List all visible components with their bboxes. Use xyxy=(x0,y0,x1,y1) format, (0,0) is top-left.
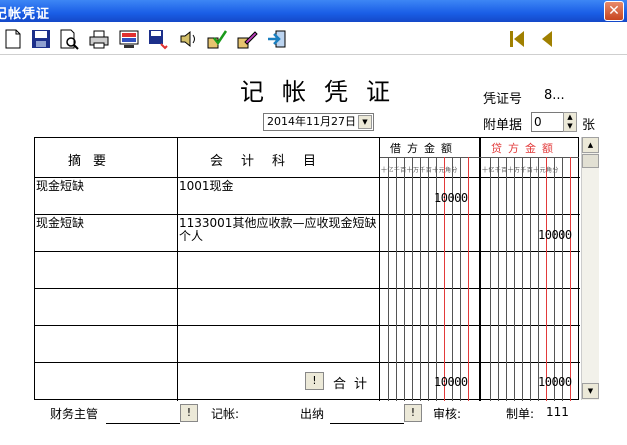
first-record-icon[interactable] xyxy=(506,28,528,50)
maker-value: 111 xyxy=(546,405,569,419)
attachments-spinner[interactable]: ▲ ▼ xyxy=(563,112,577,132)
row-1-summary[interactable]: 现金短缺 xyxy=(36,180,84,193)
speaker-icon[interactable] xyxy=(177,28,199,50)
vertical-scrollbar[interactable]: ▲ ▼ xyxy=(581,137,599,400)
supervisor-label: 财务主管 xyxy=(50,407,99,421)
attachments-unit: 张 xyxy=(582,118,596,133)
maker-label: 制单: xyxy=(506,407,535,421)
header-credit: 贷方金额 xyxy=(491,142,559,155)
spin-up-icon[interactable]: ▲ xyxy=(564,113,576,122)
check-icon[interactable] xyxy=(206,28,228,50)
reviewer-label: 审核: xyxy=(433,407,462,421)
date-value: 2014年11月27日 xyxy=(267,115,356,128)
preview-icon[interactable] xyxy=(58,28,80,50)
chevron-down-icon[interactable]: ▼ xyxy=(358,115,372,129)
supervisor-button[interactable]: ! xyxy=(180,404,198,422)
row-2-credit[interactable]: 10000 xyxy=(538,228,572,242)
date-picker[interactable]: 2014年11月27日 ▼ xyxy=(263,113,374,131)
save-dropdown-icon[interactable] xyxy=(147,28,169,50)
close-button[interactable]: ✕ xyxy=(604,1,624,21)
cashier-button[interactable]: ! xyxy=(404,404,422,422)
exit-icon[interactable] xyxy=(266,28,288,50)
scroll-thumb[interactable] xyxy=(582,154,599,168)
credit-digit-units: 十亿千百十万千百十元角分 xyxy=(482,167,559,174)
total-button[interactable]: ! xyxy=(305,372,324,390)
row-2-summary[interactable]: 现金短缺 xyxy=(36,217,84,230)
header-debit: 借方金额 xyxy=(390,142,458,155)
attachments-label: 附单据 xyxy=(483,118,523,133)
voucher-number-value: 8... xyxy=(544,88,565,103)
total-credit: 10000 xyxy=(538,375,572,389)
scroll-down-icon[interactable]: ▼ xyxy=(582,383,599,399)
total-debit: 10000 xyxy=(434,375,468,389)
header-account: 会计科目 xyxy=(210,154,335,169)
row-1-account[interactable]: 1001现金 xyxy=(179,180,375,193)
new-icon[interactable] xyxy=(2,28,24,50)
window-title: 记帐凭证 xyxy=(0,7,51,22)
debit-digit-units: 十亿千百十万千百十元角分 xyxy=(381,167,458,174)
toolbar xyxy=(0,23,627,55)
scroll-up-icon[interactable]: ▲ xyxy=(582,137,599,153)
bookkeeper-label: 记帐: xyxy=(211,407,240,421)
prev-record-icon[interactable] xyxy=(536,28,558,50)
print-icon[interactable] xyxy=(88,28,110,50)
header-summary: 摘要 xyxy=(68,154,119,169)
save-icon[interactable] xyxy=(30,28,52,50)
cashier-label: 出纳 xyxy=(300,407,325,421)
edit-icon[interactable] xyxy=(236,28,258,50)
voucher-table: 摘要 会计科目 借方金额 贷方金额 十亿千百十万千百十元角分 十亿千百十万千百十… xyxy=(34,137,580,401)
attachments-input[interactable]: 0 xyxy=(531,112,565,132)
row-1-debit[interactable]: 10000 xyxy=(434,191,468,205)
voucher-number-label: 凭证号 xyxy=(483,92,523,107)
total-label: 合计 xyxy=(333,377,376,392)
screen-icon[interactable] xyxy=(118,28,140,50)
row-2-account[interactable]: 1133001其他应收款—应收现金短缺个人 xyxy=(179,217,377,243)
spin-down-icon[interactable]: ▼ xyxy=(564,122,576,131)
title-bar: 记帐凭证 ✕ xyxy=(0,0,627,22)
voucher-title: 记帐凭证 xyxy=(240,78,408,106)
